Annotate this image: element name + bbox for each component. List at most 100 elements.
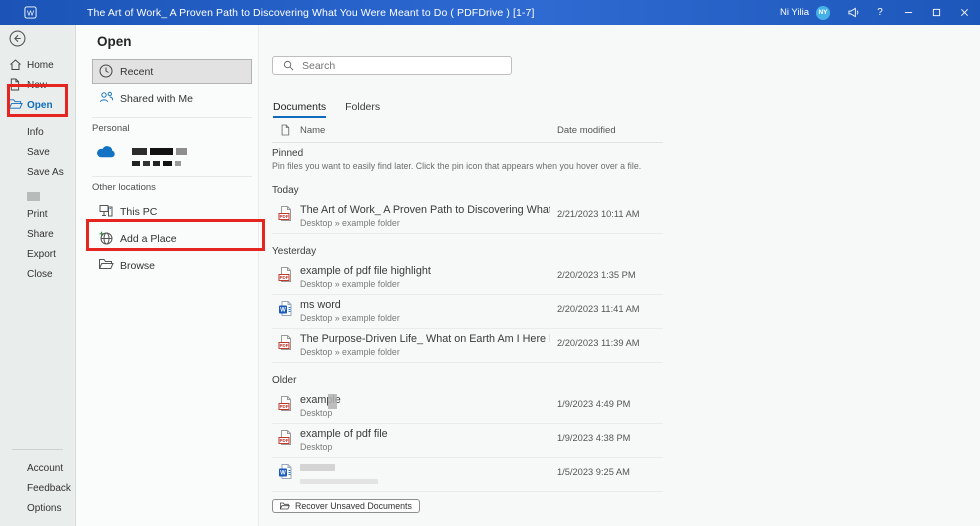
file-name: The Art of Work_ A Proven Path to Discov…: [300, 204, 550, 216]
page-title: Open: [97, 34, 258, 49]
sidebar-item-account[interactable]: Account: [0, 458, 75, 478]
pinned-section-label: Pinned: [272, 148, 303, 159]
sidebar-item-label: Account: [27, 463, 63, 474]
pdf-file-icon: PDF: [278, 334, 293, 351]
sidebar-item-share[interactable]: Share: [0, 224, 75, 244]
file-row-the-purpose-driven-life-what-o[interactable]: PDF The Purpose-Driven Life_ What on Eart…: [272, 329, 663, 363]
file-name: ms word: [300, 299, 400, 311]
window-title: The Art of Work_ A Proven Path to Discov…: [87, 7, 534, 19]
word-file-icon: W: [278, 300, 293, 317]
file-row-example-of-pdf-file[interactable]: PDFexample of pdf fileDesktop1/9/2023 4:…: [272, 424, 663, 458]
sidebar-item-open[interactable]: Open: [0, 95, 75, 115]
file-date-modified: 2/20/2023 11:41 AM: [557, 304, 640, 314]
file-date-modified: 1/9/2023 4:49 PM: [557, 399, 630, 409]
file-name: The Purpose-Driven Life_ What on Earth A…: [300, 333, 550, 345]
folder-icon: [280, 502, 290, 510]
pdf-file-icon: PDF: [278, 395, 293, 412]
group-heading-today: Today: [272, 185, 663, 196]
file-path: Desktop » example folder: [300, 313, 400, 323]
sidebar-item-export[interactable]: Export: [0, 244, 75, 264]
recover-button-label: Recover Unsaved Documents: [295, 501, 412, 511]
other-locations-label: Other locations: [92, 182, 258, 193]
place-label: Browse: [120, 260, 155, 272]
place-this-pc[interactable]: This PC: [92, 199, 252, 224]
file-row-ms-word[interactable]: Wms word Desktop » example folder 2/20/202…: [272, 295, 663, 329]
document-icon: [280, 124, 290, 139]
sidebar-item-options[interactable]: Options: [0, 498, 75, 518]
file-date-modified: 2/20/2023 1:35 PM: [557, 270, 636, 280]
sidebar-item-label: Feedback: [27, 483, 71, 494]
file-row[interactable]: W1/5/2023 9:25 AM: [272, 458, 663, 492]
place-recent[interactable]: Recent: [92, 59, 252, 84]
sidebar-item-label: Home: [27, 60, 54, 71]
group-heading-older: Older: [272, 375, 663, 386]
svg-text:W: W: [280, 471, 286, 477]
redacted-menu-item: [27, 192, 40, 201]
redaction-block: [328, 394, 337, 409]
sidebar-divider: [12, 449, 63, 450]
list-header: Name Date modified: [272, 124, 663, 138]
home-icon: [9, 58, 22, 71]
recent-files-panel: Documents Folders Name Date modified Pin…: [259, 25, 980, 526]
sidebar-item-label: Open: [27, 100, 53, 111]
sidebar-item-print[interactable]: Print: [0, 204, 75, 224]
svg-text:PDF: PDF: [280, 214, 289, 219]
place-onedrive[interactable]: [92, 140, 252, 170]
sidebar-item-label: Save As: [27, 167, 64, 178]
sidebar-item-home[interactable]: Home: [0, 55, 75, 75]
pinned-section-description: Pin files you want to easily find later.…: [272, 161, 641, 171]
user-name[interactable]: Ni Yilia: [780, 7, 809, 18]
sidebar-item-feedback[interactable]: Feedback: [0, 478, 75, 498]
open-places-panel: Open RecentShared with Me Personal Other…: [76, 25, 259, 526]
back-button[interactable]: [9, 30, 26, 47]
sidebar-item-label: Options: [27, 503, 61, 514]
avatar[interactable]: NY: [816, 6, 830, 20]
redacted-file-name: [300, 464, 335, 471]
file-date-modified: 2/20/2023 11:39 AM: [557, 338, 640, 348]
divider: [272, 142, 663, 143]
column-header-date-modified[interactable]: Date modified: [557, 125, 616, 136]
tab-folders[interactable]: Folders: [345, 101, 380, 118]
minimize-icon[interactable]: [894, 0, 922, 25]
file-path: Desktop » example folder: [300, 279, 431, 289]
open-folder-icon: [9, 98, 23, 110]
browse-folder-icon: [99, 258, 114, 270]
file-date-modified: 1/9/2023 4:38 PM: [557, 433, 630, 443]
sidebar-item-save-as[interactable]: Save As: [0, 162, 75, 182]
svg-text:PDF: PDF: [280, 438, 289, 443]
place-browse[interactable]: Browse: [92, 253, 252, 278]
column-header-name[interactable]: Name: [300, 125, 325, 136]
divider: [92, 117, 252, 118]
place-label: Shared with Me: [120, 93, 193, 105]
file-row-example-of-pdf-file-highlight[interactable]: PDFexample of pdf file highlightDesktop …: [272, 261, 663, 295]
word-app-icon: W: [24, 6, 37, 19]
megaphone-icon[interactable]: [840, 0, 866, 25]
file-path: Desktop: [300, 442, 388, 452]
file-row-example[interactable]: PDFexampleDesktop1/9/2023 4:49 PM: [272, 390, 663, 424]
help-button[interactable]: ?: [866, 0, 894, 25]
sidebar-item-label: Info: [27, 127, 44, 138]
pdf-file-icon: PDF: [278, 205, 293, 222]
sidebar-item-label: Close: [27, 269, 53, 280]
maximize-icon[interactable]: [922, 0, 950, 25]
file-row-the-art-of-work-a-proven-path-[interactable]: PDF The Art of Work_ A Proven Path to Dis…: [272, 200, 663, 234]
group-heading-yesterday: Yesterday: [272, 246, 663, 257]
sidebar-item-new[interactable]: New: [0, 75, 75, 95]
place-shared-with-me[interactable]: Shared with Me: [92, 86, 252, 111]
recover-unsaved-documents-button[interactable]: Recover Unsaved Documents: [272, 499, 420, 513]
file-path: Desktop » example folder: [300, 218, 550, 228]
file-name: [300, 462, 378, 474]
tab-documents[interactable]: Documents: [273, 101, 326, 118]
file-name: example of pdf file highlight: [300, 265, 431, 277]
search-input[interactable]: [300, 59, 511, 73]
close-icon[interactable]: [950, 0, 978, 25]
file-path: Desktop » example folder: [300, 347, 550, 357]
sidebar-item-save[interactable]: Save: [0, 142, 75, 162]
svg-text:PDF: PDF: [280, 404, 289, 409]
place-label: Recent: [120, 66, 153, 78]
search-box[interactable]: [272, 56, 512, 75]
place-label: Add a Place: [120, 233, 177, 245]
sidebar-item-info[interactable]: Info: [0, 122, 75, 142]
sidebar-item-close[interactable]: Close: [0, 264, 75, 284]
place-add-a-place[interactable]: Add a Place: [92, 226, 252, 251]
